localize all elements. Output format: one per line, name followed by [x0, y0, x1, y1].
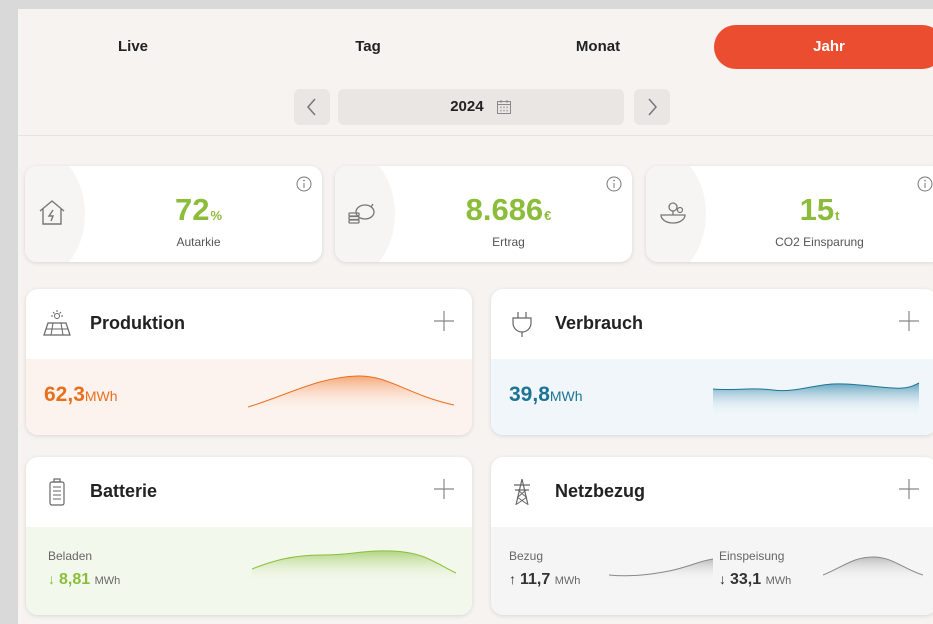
plug-icon — [512, 312, 532, 337]
verbrauch-unit: MWh — [549, 388, 583, 404]
tab-tag[interactable]: Tag — [293, 25, 443, 69]
produktion-sparkline — [248, 375, 455, 413]
batterie-sparkline — [252, 550, 457, 583]
period-selector: Live Tag Monat Jahr 2024 — [18, 9, 933, 136]
co2-label: CO2 Einsparung — [775, 235, 864, 249]
einspeisung-value: 33,1 — [730, 571, 762, 588]
chevron-right-icon — [648, 98, 657, 116]
tab-monat[interactable]: Monat — [523, 25, 673, 69]
netzbezug-title: Netzbezug — [555, 481, 645, 501]
ertrag-unit: € — [544, 208, 552, 223]
earth-tree-icon — [660, 202, 686, 224]
bezug-sparkline — [609, 558, 713, 581]
info-icon[interactable] — [296, 176, 312, 192]
info-icon[interactable] — [606, 176, 622, 192]
house-energy-icon — [39, 200, 65, 225]
batterie-card[interactable]: Batterie Beladen ↓ 8,81 MWh — [26, 457, 472, 615]
chevron-left-icon — [307, 98, 316, 116]
bezug-label: Bezug — [509, 549, 544, 563]
ertrag-label: Ertrag — [492, 235, 525, 249]
autarkie-unit: % — [210, 208, 223, 223]
ertrag-value: 8.686 — [465, 192, 544, 227]
autarkie-value: 72 — [174, 192, 210, 227]
tab-live[interactable]: Live — [58, 25, 208, 69]
co2-value: 15 — [799, 192, 835, 227]
power-tower-icon — [514, 478, 530, 506]
kpi-card-co2: 15t CO2 Einsparung — [646, 166, 933, 262]
beladen-unit: MWh — [94, 575, 121, 587]
beladen-value: 8,81 — [59, 571, 91, 588]
battery-icon — [49, 478, 65, 506]
tab-jahr[interactable]: Jahr — [714, 25, 933, 69]
produktion-title: Produktion — [90, 313, 185, 333]
bezug-value: 11,7 — [520, 571, 551, 588]
plus-icon[interactable] — [432, 477, 456, 501]
year-label: 2024 — [450, 98, 484, 115]
co2-unit: t — [835, 208, 840, 223]
kpi-card-ertrag: 8.686€ Ertrag — [335, 166, 632, 262]
verbrauch-card[interactable]: Verbrauch 39,8MWh — [491, 289, 933, 435]
arrow-down-icon: ↓ — [719, 571, 726, 587]
previous-period-button[interactable] — [294, 89, 330, 125]
year-picker[interactable]: 2024 — [338, 89, 624, 125]
einspeisung-sparkline — [823, 556, 923, 581]
solar-panel-icon — [43, 310, 71, 336]
plus-icon[interactable] — [897, 309, 921, 333]
plus-icon[interactable] — [432, 309, 456, 333]
produktion-unit: MWh — [84, 388, 118, 404]
netzbezug-card[interactable]: Netzbezug Bezug ↑ 11,7 MWh Einspeisung ↓ 3… — [491, 457, 933, 615]
verbrauch-value: 39,8 — [509, 383, 550, 406]
verbrauch-title: Verbrauch — [555, 313, 644, 333]
einspeisung-unit: MWh — [765, 575, 792, 587]
plus-icon[interactable] — [897, 477, 921, 501]
bezug-unit: MWh — [554, 575, 581, 587]
autarkie-label: Autarkie — [176, 235, 221, 249]
info-icon[interactable] — [917, 176, 933, 192]
produktion-value: 62,3 — [44, 383, 85, 406]
arrow-up-icon: ↑ — [509, 571, 516, 587]
next-period-button[interactable] — [634, 89, 670, 125]
piggy-bank-coins-icon — [348, 203, 375, 224]
kpi-card-autarkie: 72% Autarkie — [25, 166, 322, 262]
einspeisung-label: Einspeisung — [719, 549, 785, 563]
verbrauch-sparkline — [713, 382, 920, 415]
arrow-down-icon: ↓ — [48, 571, 55, 587]
energy-dashboard: Live Tag Monat Jahr 2024 72% Autarkie 8.… — [18, 9, 933, 624]
calendar-icon — [496, 100, 511, 115]
beladen-label: Beladen — [48, 549, 93, 563]
produktion-card[interactable]: Produktion 62,3MWh — [26, 289, 472, 435]
batterie-title: Batterie — [90, 481, 158, 501]
